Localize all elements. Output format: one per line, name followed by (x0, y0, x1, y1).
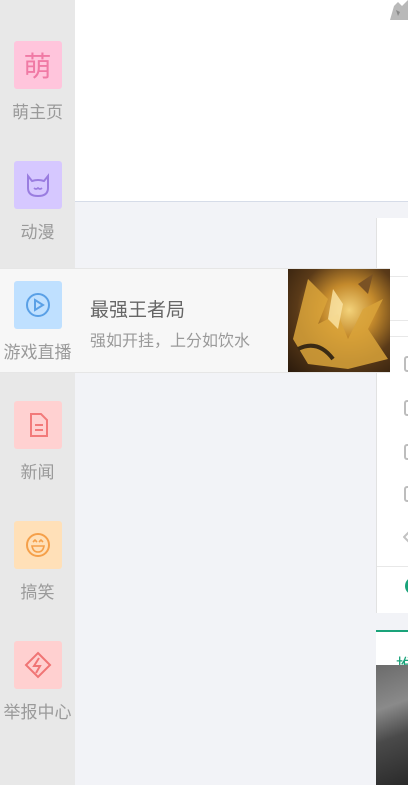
game-live-card[interactable]: 游戏直播 最强王者局 强如开挂，上分如饮水 (0, 268, 390, 373)
checkbox[interactable] (404, 356, 408, 372)
sidebar: 萌 萌主页 动漫 游戏直播 新闻 (0, 0, 75, 785)
sidebar-item-news[interactable]: 新闻 (0, 401, 75, 501)
sidebar-item-label: 搞笑 (20, 583, 55, 603)
sidebar-item-meng-home[interactable]: 萌 萌主页 (0, 41, 75, 141)
meng-icon: 萌 (13, 41, 62, 89)
chevron-left-icon[interactable] (403, 530, 408, 544)
sidebar-item-game-live-active[interactable]: 游戏直播 (0, 281, 75, 381)
sidebar-item-funny[interactable]: 搞笑 (0, 521, 75, 621)
document-icon (13, 401, 62, 449)
tab-recommend[interactable]: 推 (376, 630, 408, 667)
sidebar-item-anime[interactable]: 动漫 (0, 161, 75, 261)
top-banner-area (75, 0, 408, 202)
sidebar-item-label: 萌主页 (12, 103, 63, 123)
play-icon (13, 281, 62, 329)
live-thumbnail[interactable] (288, 269, 390, 372)
sidebar-item-label: 新闻 (20, 463, 55, 483)
divider (377, 566, 408, 567)
corner-figure-icon (390, 0, 408, 20)
live-subtitle: 强如开挂，上分如饮水 (90, 331, 251, 350)
content-thumbnail[interactable] (376, 665, 408, 785)
sidebar-item-report-center[interactable]: 举报中心 (0, 641, 75, 741)
report-icon (13, 641, 62, 689)
sidebar-item-label: 举报中心 (3, 703, 72, 723)
checkbox[interactable] (404, 444, 408, 460)
live-title: 最强王者局 (90, 299, 186, 321)
cat-face-icon (13, 161, 62, 209)
hero-figure-icon (293, 274, 388, 369)
sidebar-item-label: 动漫 (20, 223, 55, 243)
checkbox[interactable] (404, 400, 408, 416)
laugh-icon (13, 521, 62, 569)
sidebar-item-label: 游戏直播 (3, 343, 72, 363)
checkbox[interactable] (404, 486, 408, 502)
